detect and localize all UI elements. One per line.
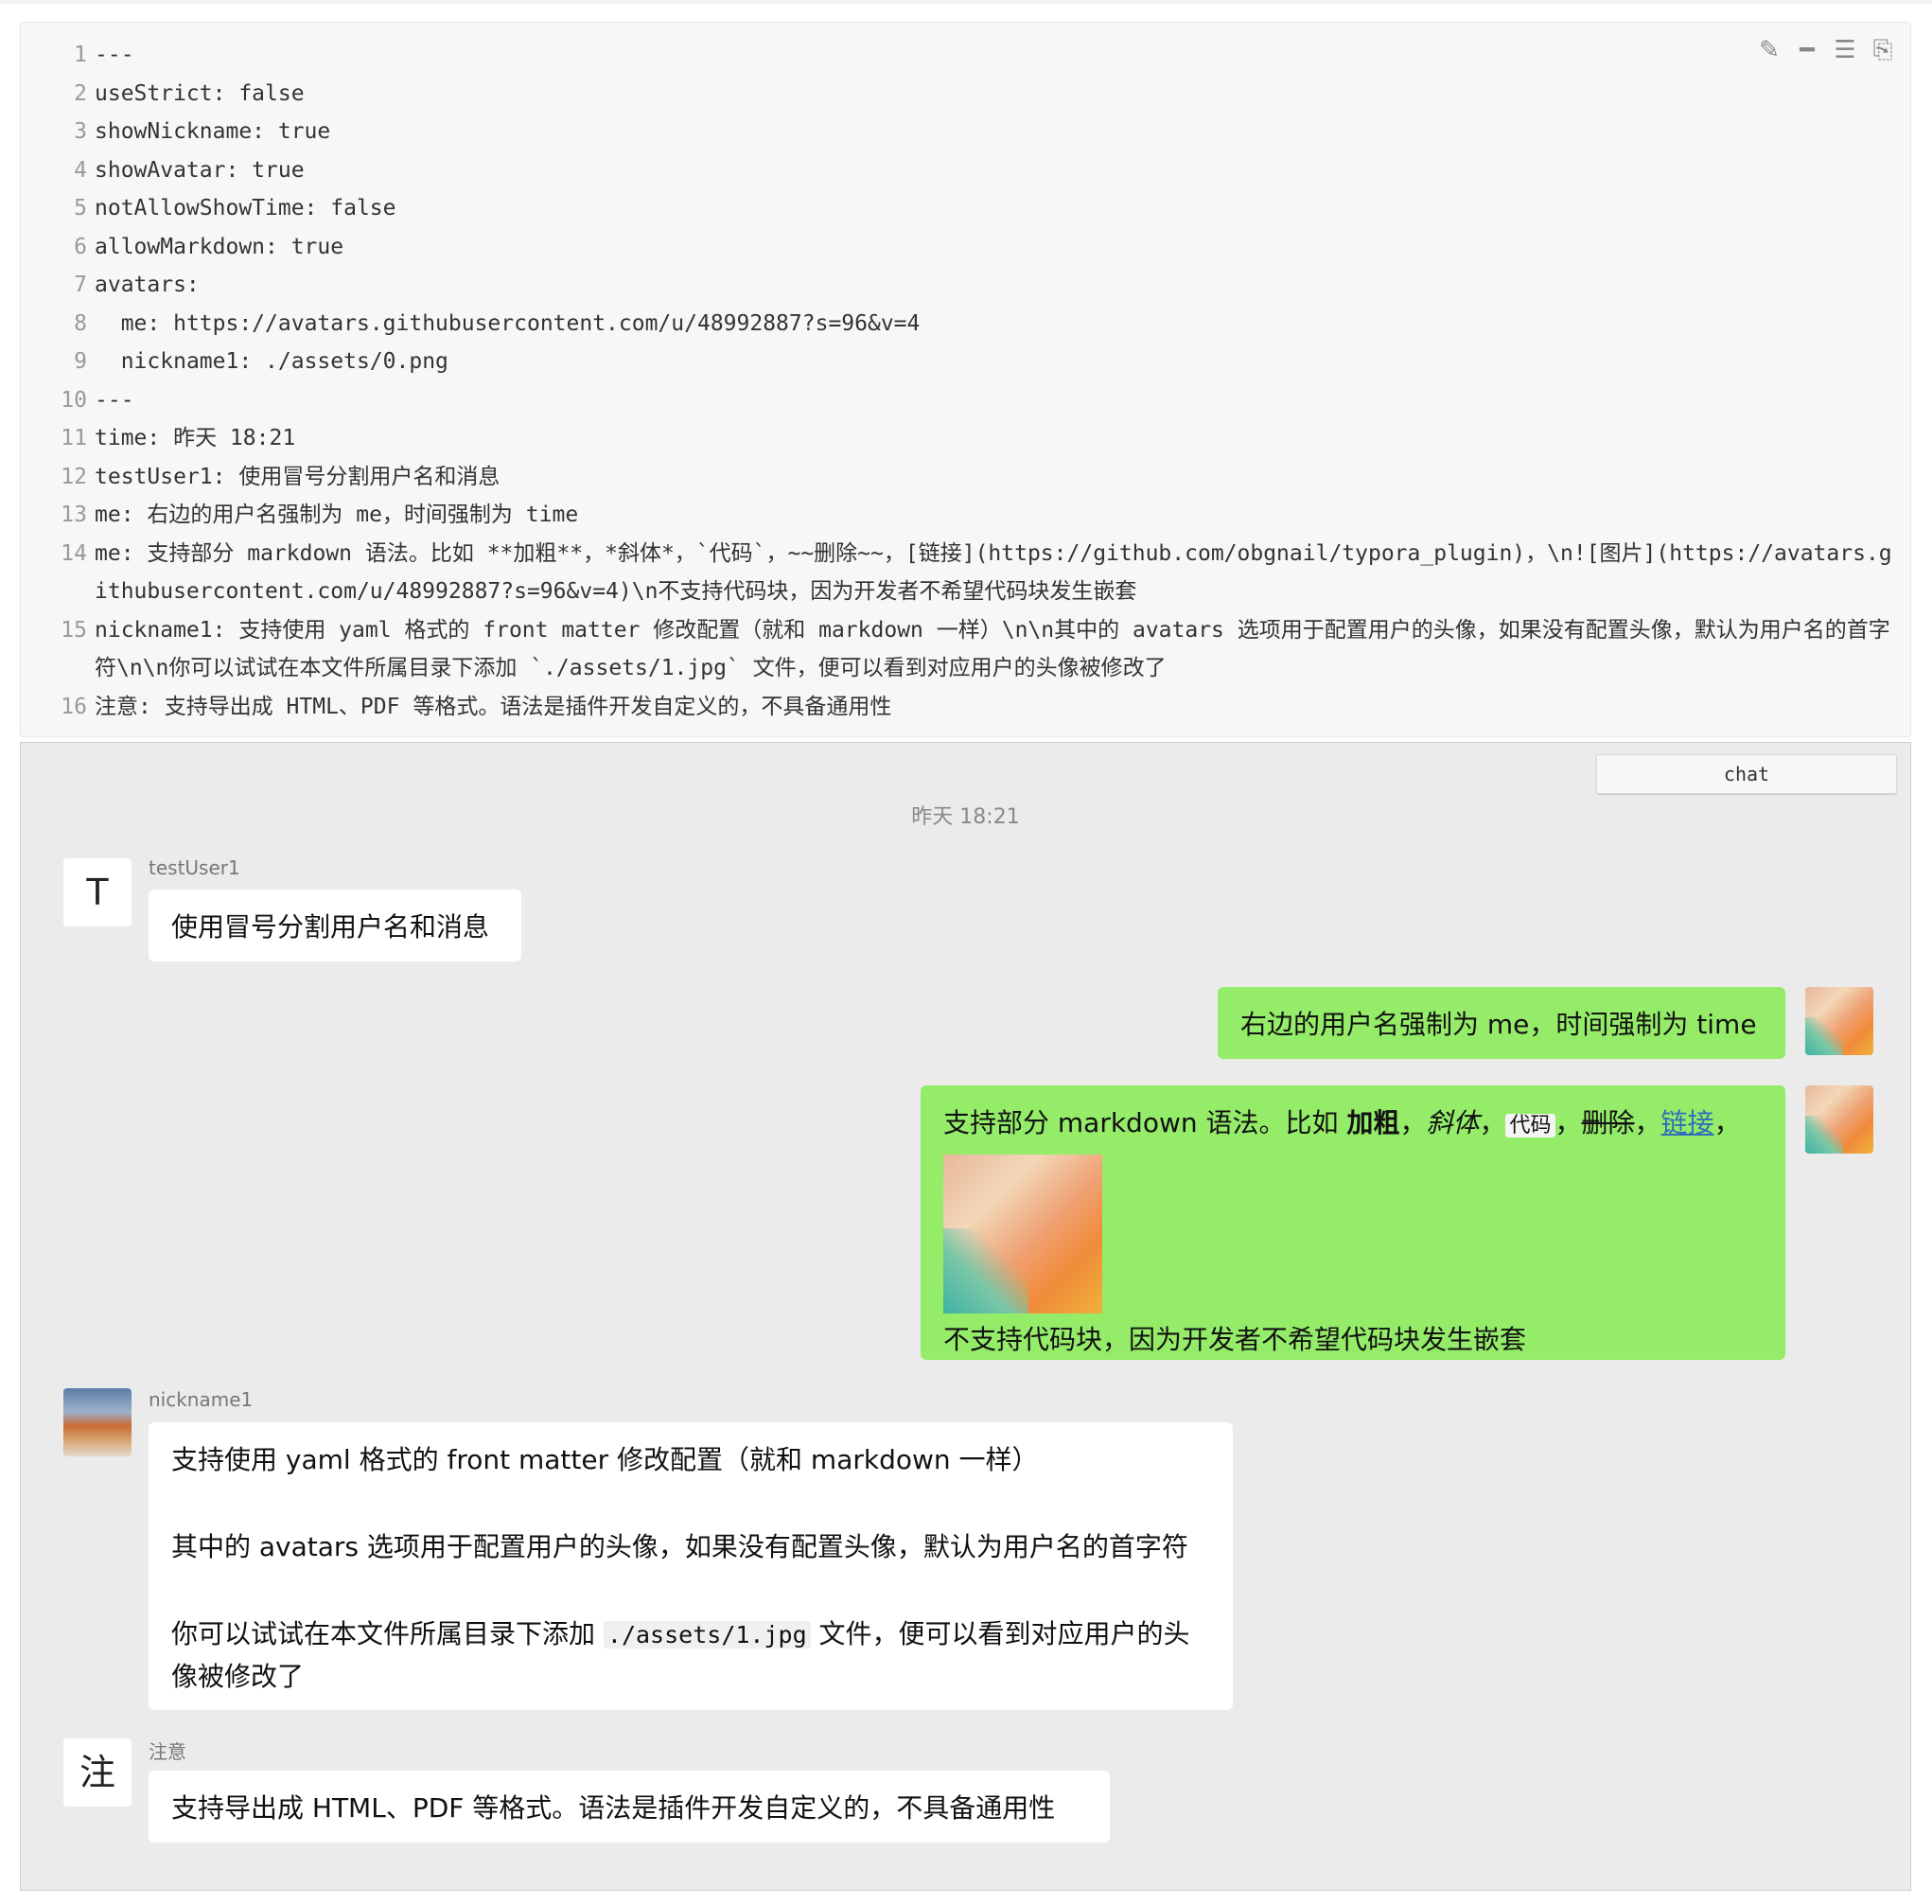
code-line: allowMarkdown: true (95, 234, 344, 259)
line-number: 12 (61, 464, 87, 489)
message-image (943, 1155, 1102, 1313)
inline-code: ./assets/1.jpg (603, 1621, 811, 1648)
inline-code: 代码 (1505, 1114, 1555, 1137)
top-divider (0, 0, 1932, 4)
message-bubble: 支持使用 yaml 格式的 front matter 修改配置（就和 markd… (149, 1422, 1233, 1710)
message-paragraph: 支持使用 yaml 格式的 front matter 修改配置（就和 markd… (171, 1444, 1039, 1475)
code-line: me: https://avatars.githubusercontent.co… (95, 310, 921, 336)
message-text: 支持导出成 HTML、PDF 等格式。语法是插件开发自定义的，不具备通用性 (171, 1792, 1056, 1824)
chat-panel: chat 昨天 18:21 T testUser1 使用冒号分割用户名和消息 右… (20, 742, 1911, 1891)
line-number: 8 (74, 310, 87, 336)
line-number: 2 (74, 80, 87, 106)
chat-button[interactable]: chat (1596, 754, 1897, 794)
line-number-gutter: 1 2 3 4 5 6 7 8 9 10 11 12 13 14 15 16 (21, 36, 87, 726)
code-line: me: 右边的用户名强制为 me，时间强制为 time (95, 502, 579, 527)
code-line: nickname1: 支持使用 yaml 格式的 front matter 修改… (95, 617, 1890, 681)
code-text[interactable]: --- useStrict: false showNickname: true … (95, 36, 1902, 726)
line-number: 16 (61, 694, 87, 719)
line-number: 1 (74, 43, 87, 67)
italic-text: 斜体 (1426, 1107, 1480, 1138)
code-line: showNickname: true (95, 119, 331, 144)
message-bubble-me: 右边的用户名强制为 me，时间强制为 time (1218, 987, 1785, 1059)
code-line: useStrict: false (95, 80, 305, 106)
code-line: notAllowShowTime: false (95, 196, 396, 220)
nickname: nickname1 (149, 1388, 254, 1411)
line-number: 11 (61, 426, 87, 450)
link[interactable]: 链接 (1661, 1107, 1714, 1138)
message-text: 右边的用户名强制为 me，时间强制为 time (1240, 1009, 1757, 1040)
code-line: showAvatar: true (95, 157, 305, 183)
line-number: 4 (74, 157, 87, 183)
line-number: 5 (74, 196, 87, 220)
message-bubble: 使用冒号分割用户名和消息 (149, 890, 521, 961)
message-bubble: 支持导出成 HTML、PDF 等格式。语法是插件开发自定义的，不具备通用性 (149, 1771, 1110, 1842)
code-line: avatars: (95, 273, 200, 297)
line-number: 13 (61, 502, 87, 527)
message-text: 支持部分 markdown 语法。比如 加粗，斜体， 代码 ，删除，链接， (943, 1107, 1741, 1138)
strikethrough-text: 删除 (1581, 1107, 1635, 1138)
nickname: testUser1 (149, 856, 240, 879)
code-line: --- (95, 43, 134, 67)
line-number: 10 (61, 387, 87, 413)
code-line: nickname1: ./assets/0.png (95, 349, 448, 374)
line-number: 7 (74, 273, 87, 297)
avatar-me (1805, 987, 1873, 1055)
code-line: me: 支持部分 markdown 语法。比如 **加粗**，*斜体*，`代码`… (95, 540, 1892, 605)
line-number: 3 (74, 119, 87, 144)
chat-time: 昨天 18:21 (911, 805, 1020, 829)
bold-text: 加粗 (1346, 1107, 1400, 1138)
line-number: 15 (61, 617, 87, 643)
code-line: 注意: 支持导出成 HTML、PDF 等格式。语法是插件开发自定义的，不具备通用… (95, 694, 892, 719)
avatar: 注 (63, 1738, 132, 1807)
message-bubble-me: 支持部分 markdown 语法。比如 加粗，斜体， 代码 ，删除，链接， 不支持代… (921, 1085, 1785, 1360)
avatar-nickname1 (63, 1388, 132, 1456)
message-paragraph: 你可以试试在本文件所属目录下添加 ./assets/1.jpg 文件，便可以看到… (171, 1618, 1190, 1692)
avatar-me (1805, 1085, 1873, 1154)
code-line: time: 昨天 18:21 (95, 426, 296, 450)
nickname: 注意 (149, 1740, 186, 1763)
message-text: 使用冒号分割用户名和消息 (171, 911, 490, 943)
line-number: 6 (74, 234, 87, 259)
code-line: --- (95, 387, 134, 413)
code-line: testUser1: 使用冒号分割用户名和消息 (95, 464, 501, 489)
avatar: T (63, 858, 132, 926)
message-paragraph: 其中的 avatars 选项用于配置用户的头像，如果没有配置头像，默认为用户名的… (171, 1531, 1188, 1562)
message-text: 不支持代码块，因为开发者不希望代码块发生嵌套 (943, 1324, 1527, 1355)
code-block[interactable]: ✎ ━ ☰ ⎘ 1 2 3 4 5 6 7 8 9 10 11 12 13 14… (20, 22, 1911, 737)
line-number: 14 (61, 540, 87, 566)
line-number: 9 (74, 349, 87, 374)
